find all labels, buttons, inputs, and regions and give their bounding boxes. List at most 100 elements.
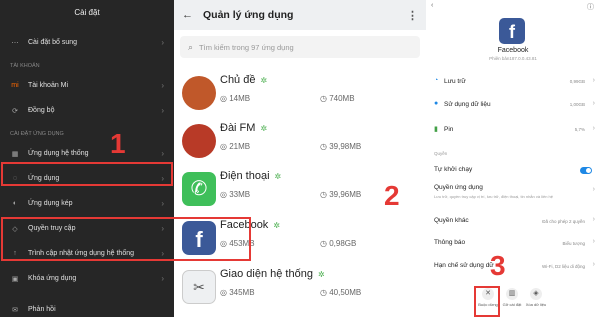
app-permissions-label: Quyền ứng dụng bbox=[434, 184, 483, 191]
autostart-label: Tự khởi chạy bbox=[434, 166, 473, 173]
chevron-right-icon: › bbox=[592, 261, 595, 268]
app-manager-panel: ← Quản lý ứng dụng ⋮ ⌕ Tìm kiếm trong 97… bbox=[174, 0, 426, 317]
autostart-toggle[interactable] bbox=[580, 167, 592, 174]
chevron-right-icon: › bbox=[161, 38, 164, 47]
fm-radio-app-icon bbox=[182, 124, 216, 158]
lock-icon: ▣ bbox=[11, 275, 19, 283]
search-input[interactable]: ⌕ Tìm kiếm trong 97 ứng dụng bbox=[180, 36, 420, 58]
extra-settings-item[interactable]: ⋯ Cài đặt bổ sung › bbox=[0, 30, 174, 55]
data-usage-value: 1,00GB bbox=[569, 102, 585, 107]
notifications-row[interactable]: Thông báo Biểu tượng › bbox=[426, 238, 600, 252]
dual-apps-label: Ứng dụng kép bbox=[28, 200, 73, 207]
notifications-value: Biểu tượng bbox=[562, 241, 585, 246]
data-usage-label: Sử dụng dữ liệu bbox=[444, 101, 491, 108]
sync-label: Đồng bộ bbox=[28, 107, 55, 114]
autostart-row[interactable]: Tự khởi chạy bbox=[426, 165, 600, 179]
section-account: TÀI KHOẢN bbox=[10, 63, 40, 69]
storage-label: Lưu trữ bbox=[444, 78, 466, 85]
verified-icon: ✲ bbox=[317, 270, 325, 279]
app-size: ◎ 14MB bbox=[220, 94, 251, 103]
data-restriction-value: Wi-Fi, D2 liệu di động bbox=[541, 264, 585, 269]
feedback-item[interactable]: ✉ Phản hồi bbox=[0, 297, 174, 317]
app-cache: ◷ 0,98GB bbox=[320, 239, 357, 248]
clear-data-button[interactable]: ◈ Xóa dữ liệu bbox=[524, 288, 548, 307]
search-placeholder: Tìm kiếm trong 97 ứng dụng bbox=[199, 42, 294, 52]
app-name: Chủ đề ✲ bbox=[220, 74, 268, 86]
app-lock-label: Khóa ứng dụng bbox=[28, 275, 77, 282]
back-arrow-icon[interactable]: ← bbox=[182, 9, 193, 21]
verified-icon: ✲ bbox=[273, 221, 281, 230]
battery-icon: ▮ bbox=[434, 126, 438, 133]
phone-app-icon: ✆ bbox=[182, 172, 216, 206]
data-usage-row[interactable]: ● Sử dụng dữ liệu 1,00GB › bbox=[426, 95, 600, 115]
app-info-name: Facebook bbox=[497, 47, 529, 54]
verified-icon: ✲ bbox=[260, 124, 268, 133]
settings-title: Cài đặt bbox=[74, 8, 100, 17]
dots-icon: ⋯ bbox=[11, 39, 19, 47]
other-permissions-row[interactable]: Quyền khác Đã cho phép 2 quyền › bbox=[426, 216, 600, 230]
app-info-panel: ‹ ⓘ f Facebook Phiên bản187.0.0.43.81 ◔ … bbox=[426, 0, 600, 317]
dual-apps-item[interactable]: ◐ Ứng dụng kép › bbox=[0, 191, 174, 216]
app-manager-header: ← Quản lý ứng dụng ⋮ bbox=[174, 0, 426, 30]
feedback-icon: ✉ bbox=[12, 306, 18, 314]
app-cache: ◷ 40,50MB bbox=[320, 288, 362, 297]
mi-account-item[interactable]: mi Tài khoản Mi › bbox=[0, 73, 174, 98]
storage-value: 0,99GB bbox=[569, 79, 585, 84]
extra-settings-label: Cài đặt bổ sung bbox=[28, 39, 78, 46]
search-icon: ⌕ bbox=[188, 41, 194, 52]
chevron-right-icon: › bbox=[592, 186, 595, 193]
app-size: ◎ 21MB bbox=[220, 142, 251, 151]
mi-logo-icon: mi bbox=[11, 82, 19, 89]
chevron-right-icon: › bbox=[161, 274, 164, 283]
more-options-icon[interactable]: ⋮ bbox=[407, 9, 418, 22]
verified-icon: ✲ bbox=[260, 76, 268, 85]
battery-value: 5,7% bbox=[574, 127, 585, 132]
app-row-fm-radio[interactable]: Đài FM ✲ ◎ 21MB ◷ 39,98MB bbox=[174, 118, 426, 166]
chevron-right-icon: › bbox=[592, 100, 595, 107]
app-name: Điện thoại ✲ bbox=[220, 170, 282, 182]
app-cache: ◷ 39,96MB bbox=[320, 190, 362, 199]
step-marker-2: 2 bbox=[384, 180, 400, 211]
battery-label: Pin bbox=[444, 126, 454, 133]
clear-data-label: Xóa dữ liệu bbox=[525, 302, 547, 307]
info-icon[interactable]: ⓘ bbox=[587, 2, 594, 12]
app-row-system-ui[interactable]: ✂ Giao diện hệ thống ✲ ◎ 345MB ◷ 40,50MB bbox=[174, 264, 426, 312]
step-marker-1: 1 bbox=[110, 128, 126, 159]
app-name: Đài FM ✲ bbox=[220, 122, 268, 134]
notifications-label: Thông báo bbox=[434, 239, 466, 246]
app-lock-item[interactable]: ▣ Khóa ứng dụng › bbox=[0, 266, 174, 291]
battery-row[interactable]: ▮ Pin 5,7% › bbox=[426, 120, 600, 140]
sync-icon: ⟳ bbox=[12, 107, 18, 115]
chevron-right-icon: › bbox=[592, 77, 595, 84]
facebook-logo-icon: f bbox=[499, 18, 525, 44]
app-cache: ◷ 740MB bbox=[320, 94, 355, 103]
storage-row[interactable]: ◔ Lưu trữ 0,99GB › bbox=[426, 72, 600, 92]
app-permissions-desc: Lưu trữ, quyền truy cập vị trí, lưu trữ,… bbox=[434, 194, 553, 199]
highlight-apps-item bbox=[1, 162, 173, 186]
app-size: ◎ 33MB bbox=[220, 190, 251, 199]
section-apps: CÀI ĐẶT ỨNG DỤNG bbox=[10, 131, 64, 137]
app-size: ◎ 345MB bbox=[220, 288, 255, 297]
data-usage-icon: ● bbox=[434, 100, 439, 107]
chevron-right-icon: › bbox=[592, 216, 595, 223]
back-arrow-icon[interactable]: ‹ bbox=[431, 2, 433, 9]
system-apps-label: Ứng dụng hệ thống bbox=[28, 150, 89, 157]
highlight-facebook-row bbox=[1, 217, 251, 261]
data-restriction-label: Hạn chế sử dụng dữ bbox=[434, 262, 494, 269]
other-permissions-label: Quyền khác bbox=[434, 217, 469, 224]
data-restriction-row[interactable]: Hạn chế sử dụng dữ Wi-Fi, D2 liệu di độn… bbox=[426, 261, 600, 275]
system-ui-app-icon: ✂ bbox=[182, 270, 216, 304]
app-permissions-row[interactable]: Quyền ứng dụng Lưu trữ, quyền truy cập v… bbox=[426, 184, 600, 208]
grid-icon: ▦ bbox=[11, 150, 19, 158]
chevron-right-icon: › bbox=[161, 199, 164, 208]
verified-icon: ✲ bbox=[274, 172, 282, 181]
dual-apps-icon: ◐ bbox=[12, 200, 18, 207]
sync-item[interactable]: ⟳ Đồng bộ › bbox=[0, 98, 174, 123]
chevron-right-icon: › bbox=[161, 106, 164, 115]
highlight-force-stop bbox=[474, 286, 500, 317]
eraser-icon: ◈ bbox=[530, 288, 542, 300]
uninstall-button[interactable]: ▥ Gỡ cài đặt bbox=[500, 288, 524, 307]
chevron-right-icon: › bbox=[592, 238, 595, 245]
chevron-right-icon: › bbox=[592, 125, 595, 132]
app-row-themes[interactable]: Chủ đề ✲ ◎ 14MB ◷ 740MB bbox=[174, 70, 426, 118]
